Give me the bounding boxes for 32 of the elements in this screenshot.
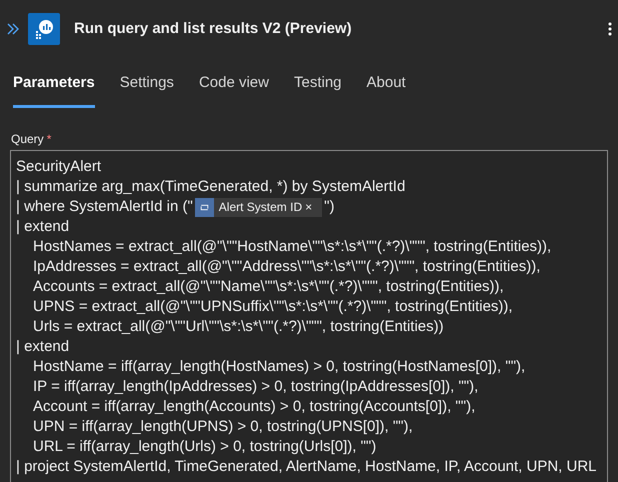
code-line: ") — [324, 197, 334, 217]
code-line: Urls = extract_all(@"\""Url\""\s*:\s*\""(.*?)\""", tostring(Entities)) — [33, 317, 444, 337]
code-line: HostNames = extract_all(@"\""HostName\""\s*:\s*\""(.*?)\""", tostring(Entities)), — [33, 237, 552, 257]
code-line: UPN = iff(array_length(UPNS) > 0, tostring(UPNS[0]), ""), — [33, 417, 413, 437]
code-line: Accounts = extract_all(@"\""Name\""\s*:\s*\""(.*?)\""", tostring(Entities)), — [33, 277, 504, 297]
code-line: SecurityAlert — [16, 157, 102, 177]
code-line: IP = iff(array_length(IpAddresses) > 0, tostring(IpAddresses[0]), ""), — [33, 377, 478, 397]
code-line: Account = iff(array_length(Accounts) > 0, tostring(Accounts[0]), ""), — [33, 397, 476, 417]
remove-icon[interactable]: × — [305, 197, 312, 217]
code-line: | extend — [16, 217, 70, 237]
code-line: UPNS = extract_all(@"\""UPNSuffix\""\s*:\s*\""(.*?)\""", tostring(Entities)), — [33, 297, 513, 317]
token-chip[interactable]: Alert System ID × — [194, 198, 322, 216]
app-icon — [28, 13, 60, 45]
tab[interactable]: Parameters — [13, 58, 95, 108]
code-line: | extend — [16, 337, 70, 357]
code-line: URL = iff(array_length(Urls) > 0, tostring(Urls[0]), "") — [33, 437, 376, 457]
code-line: | summarize arg_max(TimeGenerated, *) by SystemAlertId — [16, 177, 406, 197]
code-line: | project SystemAlertId, TimeGenerated, AlertName, HostName, IP, Account, UPN, URL — [16, 457, 597, 477]
tab[interactable]: About — [366, 58, 406, 108]
panel-title: Run query and list results V2 (Preview) — [74, 18, 353, 39]
field-label: Query — [11, 131, 44, 148]
code-line: HostName = iff(array_length(HostNames) > 0, tostring(HostNames[0]), ""), — [33, 357, 526, 377]
required-mark: * — [46, 131, 52, 148]
tab[interactable]: Code view — [198, 58, 269, 108]
query-field[interactable] — [10, 150, 608, 482]
more-options-icon[interactable] — [608, 21, 612, 37]
code-line: IpAddresses = extract_all(@"\""Address\""\s*:\s*\""(.*?)\""", tostring(Entities)), — [33, 257, 540, 277]
code-line: | where SystemAlertId in (" — [16, 197, 193, 217]
token-icon — [194, 198, 214, 216]
tab[interactable]: Settings — [120, 58, 174, 108]
tab[interactable]: Testing — [294, 58, 342, 108]
expand-icon[interactable] — [6, 22, 20, 36]
